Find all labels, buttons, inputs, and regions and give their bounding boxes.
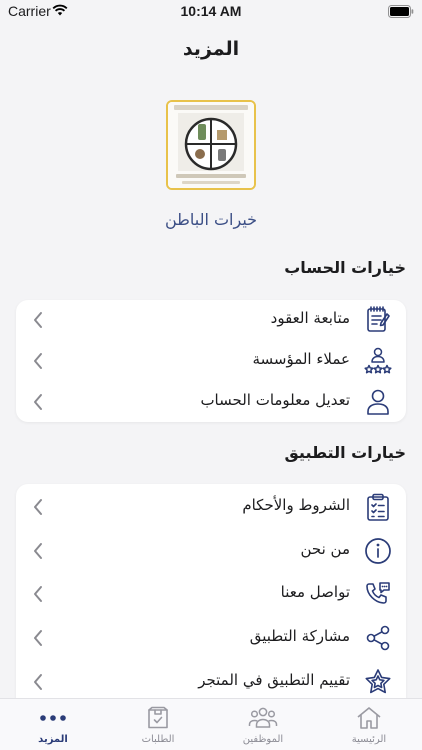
chevron-left-icon (34, 312, 42, 328)
chevron-left-icon (34, 630, 42, 646)
clipboard-checklist-icon (364, 491, 392, 523)
user-icon (364, 386, 392, 418)
battery-icon (388, 5, 414, 18)
share-icon (364, 622, 392, 654)
home-icon (329, 705, 409, 731)
account-options-card: متابعة العقود عملاء المؤسسة تعديل معلوما… (16, 300, 406, 422)
app-item-label: تقييم التطبيق في المتجر (198, 671, 350, 689)
account-item-contracts[interactable]: متابعة العقود (16, 300, 406, 340)
profile-logo-image (166, 100, 256, 190)
more-dots-icon (13, 705, 93, 731)
chevron-left-icon (34, 543, 42, 559)
account-item-label: متابعة العقود (270, 309, 350, 327)
account-item-clients[interactable]: عملاء المؤسسة (16, 341, 406, 381)
tab-home-label: الرئيسية (351, 734, 387, 745)
info-icon (364, 535, 392, 567)
app-item-about[interactable]: من نحن (16, 531, 406, 571)
chevron-left-icon (34, 586, 42, 602)
tab-more[interactable]: المزيد (13, 705, 93, 749)
app-item-label: من نحن (300, 540, 351, 558)
product-shelf-image (168, 102, 254, 188)
orders-box-icon (118, 705, 198, 731)
phone-chat-icon (364, 578, 392, 610)
status-clock: 10:14 AM (180, 3, 242, 19)
app-item-rate[interactable]: تقييم التطبيق في المتجر (16, 662, 406, 702)
account-section-title: خيارات الحساب (284, 258, 406, 277)
app-item-label: الشروط والأحكام (242, 496, 350, 514)
contract-icon (364, 304, 392, 336)
chevron-left-icon (34, 353, 42, 369)
tab-more-label: المزيد (38, 734, 68, 745)
app-item-contact[interactable]: تواصل معنا (16, 574, 406, 614)
clients-icon (364, 345, 392, 377)
status-bar: Carrier 10:14 AM (0, 0, 422, 24)
page-title: المزيد (182, 38, 240, 60)
account-item-edit-profile[interactable]: تعديل معلومات الحساب (16, 382, 406, 422)
app-item-terms[interactable]: الشروط والأحكام (16, 487, 406, 527)
profile-name: خيرات الباطن (164, 210, 258, 229)
bottom-tab-bar: الرئيسية الموظفين الطلبات المزيد (0, 698, 422, 750)
star-icon (364, 666, 392, 698)
employees-icon (223, 705, 303, 731)
chevron-left-icon (34, 499, 42, 515)
chevron-left-icon (34, 674, 42, 690)
app-options-card: الشروط والأحكام من نحن تواصل معنا مشاركة… (16, 484, 406, 716)
app-item-share[interactable]: مشاركة التطبيق (16, 618, 406, 658)
app-section-title: خيارات التطبيق (284, 443, 406, 462)
tab-home[interactable]: الرئيسية (329, 705, 409, 749)
app-item-label: مشاركة التطبيق (249, 627, 350, 645)
tab-orders-label: الطلبات (141, 734, 175, 745)
chevron-left-icon (34, 394, 42, 410)
account-item-label: تعديل معلومات الحساب (200, 391, 350, 409)
account-item-label: عملاء المؤسسة (252, 350, 350, 368)
tab-employees-label: الموظفين (242, 734, 284, 745)
app-item-label: تواصل معنا (280, 583, 350, 601)
tab-orders[interactable]: الطلبات (118, 705, 198, 749)
tab-employees[interactable]: الموظفين (223, 705, 303, 749)
